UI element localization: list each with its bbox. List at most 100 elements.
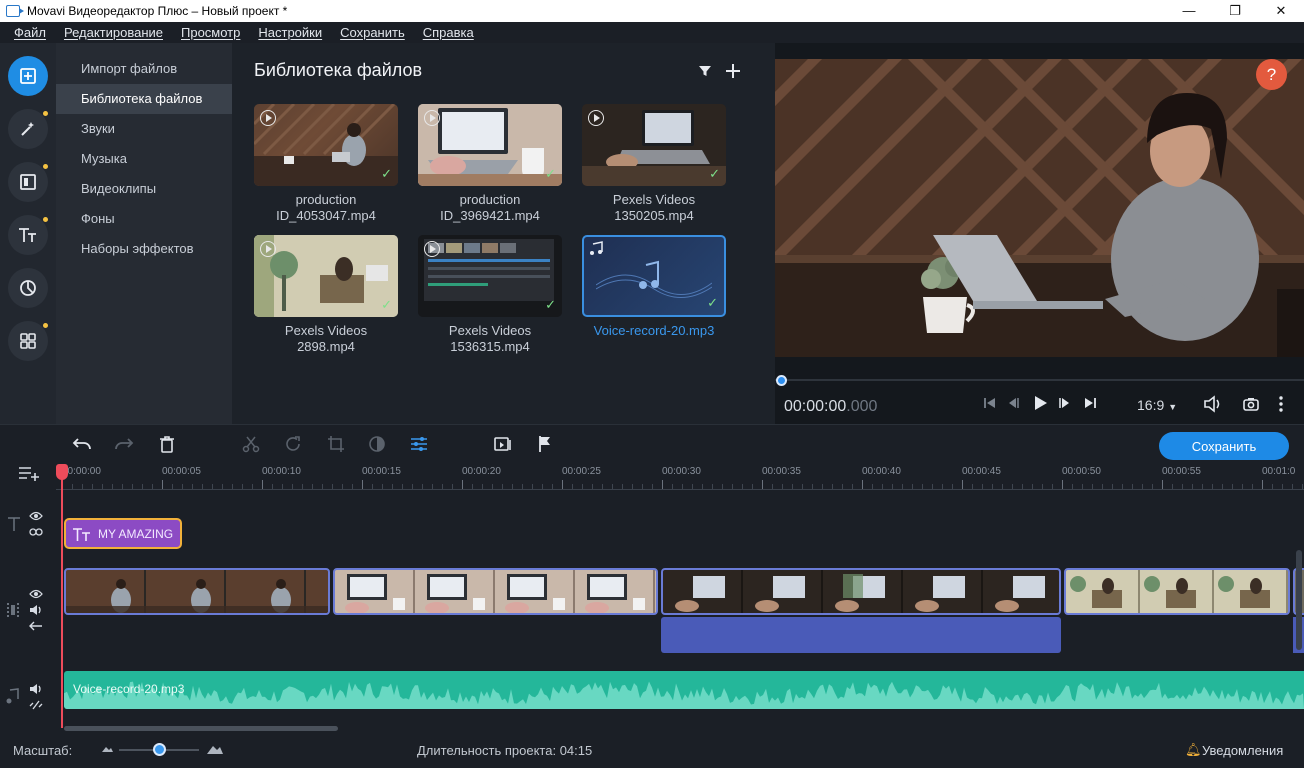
add-track-icon[interactable] — [18, 465, 40, 481]
titles-tool-button[interactable] — [8, 215, 48, 255]
menu-help[interactable]: Справка — [423, 25, 474, 40]
library-item-audio-selected[interactable]: ✓ — [582, 235, 726, 317]
menu-bar: Файл Редактирование Просмотр Настройки С… — [0, 22, 1304, 43]
transitions-tool-button[interactable] — [8, 162, 48, 202]
chevron-down-icon: ▼ — [1168, 402, 1178, 412]
title-bar: Movavi Видеоредактор Плюс – Новый проект… — [0, 0, 1304, 22]
video-clip-frames — [66, 579, 328, 613]
new-indicator-dot — [43, 323, 48, 328]
sliders-icon — [411, 437, 427, 451]
marker-button[interactable] — [535, 434, 555, 454]
eye-icon[interactable] — [29, 589, 43, 599]
zoom-in-icon[interactable] — [206, 743, 224, 755]
import-tool-button[interactable] — [8, 56, 48, 96]
timeline-horizontal-scrollbar[interactable] — [64, 726, 338, 731]
filter-icon[interactable] — [698, 64, 712, 78]
timeline-ruler[interactable]: 00:00:00 00:00:05 00:00:10 00:00:15 00:00:20… — [0, 462, 1304, 490]
speaker-icon[interactable] — [29, 683, 43, 695]
new-indicator-dot — [43, 111, 48, 116]
menu-edit[interactable]: Редактирование — [64, 25, 163, 40]
more-options-icon[interactable] — [1278, 395, 1284, 413]
library-item-thumbnail[interactable]: ✓ — [254, 235, 398, 317]
library-item-thumbnail[interactable]: ✓ — [582, 104, 726, 186]
play-icon — [588, 110, 604, 126]
video-clip[interactable] — [333, 568, 658, 615]
timeline-vertical-scrollbar[interactable] — [1296, 550, 1302, 650]
library-item-name: Pexels Videos — [612, 192, 696, 207]
library-item-thumbnail[interactable]: ✓ — [418, 235, 562, 317]
title-clip[interactable]: MY AMAZING — [64, 518, 182, 549]
preview-scrubber-track[interactable] — [775, 379, 1304, 381]
video-clip[interactable] — [64, 568, 330, 615]
nav-backgrounds[interactable]: Фоны — [56, 204, 232, 234]
stickers-tool-button[interactable] — [8, 268, 48, 308]
library-item-filename: ID_4053047.mp4 — [276, 208, 376, 223]
audio-waves-graphic — [596, 260, 712, 298]
arrow-left-icon[interactable] — [29, 621, 43, 631]
zoom-slider-handle[interactable] — [152, 743, 166, 756]
crop-button[interactable] — [326, 434, 346, 454]
help-button[interactable]: ? — [1256, 59, 1287, 90]
add-icon[interactable] — [725, 63, 741, 79]
ruler-tick-label: 00:00:35 — [762, 466, 801, 477]
aspect-ratio-select[interactable]: 16:9 ▼ — [1137, 397, 1177, 413]
audio-clip[interactable]: Voice-record-20.mp3 — [64, 671, 1304, 709]
skip-start-icon[interactable] — [983, 396, 997, 410]
playhead-line[interactable] — [61, 466, 63, 728]
library-item-filename: 1350205.mp4 — [614, 208, 694, 223]
redo-button[interactable] — [114, 434, 134, 454]
rotate-button[interactable] — [283, 434, 303, 454]
filters-tool-button[interactable] — [8, 109, 48, 149]
video-clip[interactable] — [1064, 568, 1290, 615]
video-clip[interactable] — [661, 568, 1061, 615]
link-icon[interactable] — [29, 700, 43, 710]
color-adjust-button[interactable] — [367, 434, 387, 454]
link-icon[interactable] — [29, 527, 43, 537]
eye-icon[interactable] — [29, 511, 43, 521]
next-frame-icon[interactable] — [1058, 396, 1072, 410]
play-icon — [424, 110, 440, 126]
speaker-icon[interactable] — [29, 604, 43, 616]
video-track-icon — [7, 603, 19, 617]
cut-button[interactable] — [241, 434, 261, 454]
nav-sounds[interactable]: Звуки — [56, 114, 232, 144]
menu-save[interactable]: Сохранить — [340, 25, 405, 40]
save-export-button[interactable]: Сохранить — [1159, 432, 1289, 460]
nav-file-library[interactable]: Библиотека файлов — [56, 84, 232, 114]
notifications-link[interactable]: Уведомления — [1202, 743, 1283, 758]
zoom-out-icon[interactable] — [101, 745, 113, 753]
nav-video-clips[interactable]: Видеоклипы — [56, 174, 232, 204]
library-item-thumbnail[interactable]: ✓ — [418, 104, 562, 186]
more-tools-button[interactable] — [8, 321, 48, 361]
preview-video-frame[interactable] — [775, 59, 1304, 357]
clip-properties-button[interactable] — [409, 434, 429, 454]
undo-button[interactable] — [72, 434, 92, 454]
menu-file[interactable]: Файл — [14, 25, 46, 40]
video-audio-segment[interactable] — [661, 617, 1061, 653]
volume-icon[interactable] — [1203, 395, 1223, 413]
audio-clip-label: Voice-record-20.mp3 — [73, 682, 185, 696]
delete-button[interactable] — [157, 434, 177, 454]
skip-end-icon[interactable] — [1083, 396, 1097, 410]
library-item-thumbnail[interactable]: ✓ — [254, 104, 398, 186]
tool-rail — [0, 43, 56, 424]
nav-effect-packs[interactable]: Наборы эффектов — [56, 234, 232, 264]
nav-music[interactable]: Музыка — [56, 144, 232, 174]
minimize-button[interactable]: — — [1166, 0, 1212, 22]
maximize-button[interactable]: ❐ — [1212, 0, 1258, 22]
ruler-tick-label: 00:00:10 — [262, 466, 301, 477]
nav-import-files[interactable]: Импорт файлов — [56, 54, 232, 84]
aspect-ratio-value: 16:9 — [1137, 397, 1165, 413]
timecode: 00:00:00 — [784, 398, 847, 415]
crop-icon — [328, 436, 344, 452]
camera-icon[interactable] — [1242, 395, 1260, 413]
preview-scrubber-handle[interactable] — [776, 375, 787, 386]
menu-settings[interactable]: Настройки — [258, 25, 322, 40]
prev-frame-icon[interactable] — [1006, 396, 1020, 410]
title-clip-label: MY AMAZING — [98, 526, 174, 541]
play-button-icon[interactable] — [1031, 394, 1049, 412]
menu-view[interactable]: Просмотр — [181, 25, 240, 40]
close-button[interactable]: ✕ — [1258, 0, 1304, 22]
overlay-button[interactable] — [493, 434, 513, 454]
playhead-handle[interactable] — [56, 464, 68, 480]
